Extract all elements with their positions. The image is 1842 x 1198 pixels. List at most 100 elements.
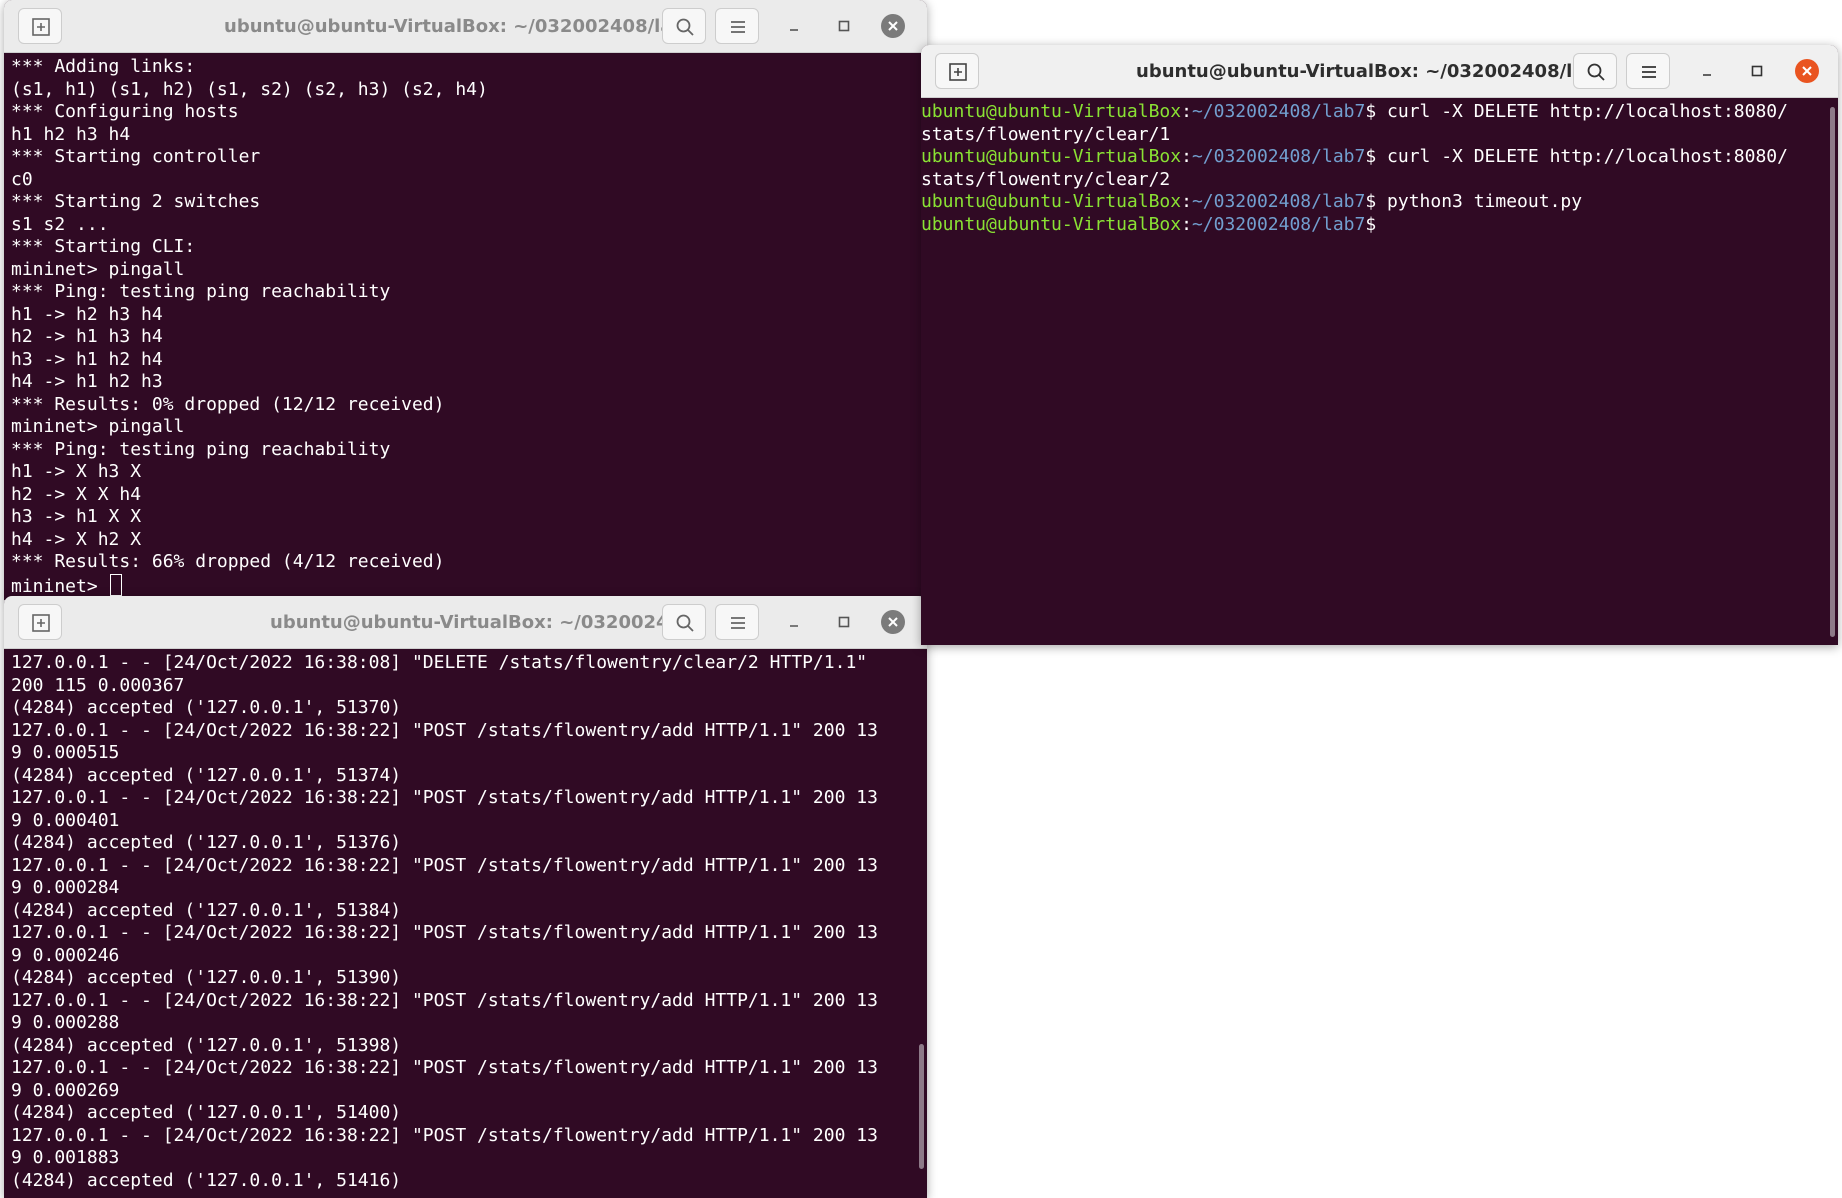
- command-continuation: stats/flowentry/clear/1: [921, 123, 1171, 145]
- terminal-line: *** Starting 2 switches: [11, 191, 261, 212]
- log-line: 9 0.001883: [11, 1147, 120, 1168]
- window-title: ubuntu@ubuntu-VirtualBox: ~/032002408/la…: [224, 16, 698, 37]
- terminal-line: h3 -> h1 h2 h4: [11, 348, 163, 370]
- terminal-line: *** Results: 0% dropped (12/12 received): [11, 393, 445, 415]
- log-line: 9 0.000515: [11, 742, 120, 763]
- prompt-text: mininet>: [11, 575, 109, 597]
- terminal-output[interactable]: 127.0.0.1 - - [24/Oct/2022 16:38:08] "DE…: [4, 650, 927, 1198]
- terminal-line: *** Results: 66% dropped (4/12 received): [11, 551, 445, 572]
- minimize-button[interactable]: [1695, 59, 1719, 83]
- search-button[interactable]: [662, 8, 706, 44]
- title-bar[interactable]: ubuntu@ubuntu-VirtualBox: ~/032002408: [4, 596, 927, 649]
- terminal-line: *** Ping: testing ping reachability: [11, 438, 391, 460]
- search-button[interactable]: [662, 604, 706, 640]
- scrollbar-thumb[interactable]: [919, 1044, 924, 1169]
- log-line: 9 0.000284: [11, 877, 120, 898]
- prompt-path: ~/032002408/lab7: [1191, 101, 1366, 122]
- maximize-button[interactable]: [832, 610, 856, 634]
- log-line: 127.0.0.1 - - [24/Oct/2022 16:38:22] "PO…: [11, 787, 878, 808]
- terminal-line: c0: [11, 168, 33, 190]
- terminal-window-mininet[interactable]: ubuntu@ubuntu-VirtualBox: ~/032002408/la…: [4, 0, 927, 600]
- close-button[interactable]: [1795, 59, 1819, 83]
- terminal-line: h4 -> X h2 X: [11, 528, 142, 550]
- terminal-output[interactable]: *** Adding links: (s1, h1) (s1, h2) (s1, …: [4, 54, 927, 600]
- terminal-line: h3 -> h1 X X: [11, 506, 142, 527]
- maximize-icon: [838, 616, 850, 628]
- command-line: ubuntu@ubuntu-VirtualBox:~/032002408/lab…: [921, 101, 1838, 124]
- command-text: curl -X DELETE http://localhost:8080/: [1387, 101, 1788, 122]
- maximize-button[interactable]: [832, 14, 856, 38]
- prompt-path: ~/032002408/lab7: [1191, 191, 1366, 212]
- minimize-button[interactable]: [782, 610, 806, 634]
- prompt-user: ubuntu@ubuntu-VirtualBox: [921, 191, 1182, 212]
- log-line: 200 115 0.000367: [11, 674, 185, 696]
- close-button[interactable]: [881, 14, 905, 38]
- close-button[interactable]: [881, 610, 905, 634]
- minimize-button[interactable]: [782, 14, 806, 38]
- menu-button[interactable]: [1626, 53, 1670, 89]
- terminal-output[interactable]: ubuntu@ubuntu-VirtualBox:~/032002408/lab…: [921, 99, 1838, 645]
- hamburger-menu-icon: [731, 21, 745, 33]
- minimize-icon: [790, 625, 798, 627]
- new-tab-icon: [32, 18, 50, 36]
- text-cursor: [109, 573, 122, 596]
- terminal-line: h1 -> h2 h3 h4: [11, 303, 163, 325]
- scrollbar-thumb[interactable]: [1830, 107, 1835, 637]
- terminal-line: h1 h2 h3 h4: [11, 123, 131, 145]
- command-line: ubuntu@ubuntu-VirtualBox:~/032002408/lab…: [921, 191, 1838, 214]
- terminal-line: mininet> pingall: [11, 258, 185, 280]
- terminal-line: *** Starting controller: [11, 146, 261, 167]
- log-line: (4284) accepted ('127.0.0.1', 51390): [11, 967, 402, 988]
- log-line: 127.0.0.1 - - [24/Oct/2022 16:38:22] "PO…: [11, 922, 878, 943]
- title-bar[interactable]: ubuntu@ubuntu-VirtualBox: ~/032002408/la…: [4, 0, 927, 53]
- terminal-line: *** Ping: testing ping reachability: [11, 281, 391, 302]
- prompt-user: ubuntu@ubuntu-VirtualBox: [921, 101, 1182, 122]
- terminal-window-controller-log[interactable]: ubuntu@ubuntu-VirtualBox: ~/032002408 12…: [4, 596, 927, 1198]
- log-line: 127.0.0.1 - - [24/Oct/2022 16:38:08] "DE…: [11, 652, 868, 673]
- menu-button[interactable]: [715, 8, 759, 44]
- log-line: 9 0.000401: [11, 809, 120, 831]
- terminal-line: h1 -> X h3 X: [11, 461, 142, 482]
- prompt-path: ~/032002408/lab7: [1191, 213, 1366, 235]
- prompt-symbol: $: [1365, 191, 1388, 212]
- search-button[interactable]: [1573, 53, 1617, 89]
- new-tab-button[interactable]: [18, 8, 62, 44]
- log-line: (4284) accepted ('127.0.0.1', 51374): [11, 764, 402, 786]
- maximize-icon: [838, 20, 850, 32]
- prompt-symbol: $: [1365, 146, 1388, 167]
- minimize-icon: [790, 29, 798, 31]
- menu-button[interactable]: [715, 604, 759, 640]
- prompt-separator: :: [1181, 191, 1192, 212]
- command-text: python3 timeout.py: [1387, 191, 1583, 212]
- close-icon: [1802, 66, 1812, 76]
- prompt-separator: :: [1181, 101, 1192, 122]
- title-bar[interactable]: ubuntu@ubuntu-VirtualBox: ~/032002408/la…: [921, 45, 1838, 98]
- new-tab-button[interactable]: [18, 604, 62, 640]
- terminal-line: s1 s2 ...: [11, 213, 109, 235]
- search-icon: [676, 18, 694, 36]
- command-line: ubuntu@ubuntu-VirtualBox:~/032002408/lab…: [921, 214, 1838, 237]
- new-tab-button[interactable]: [935, 53, 979, 89]
- log-line: 9 0.000246: [11, 944, 120, 966]
- prompt-separator: :: [1181, 213, 1192, 235]
- terminal-line: *** Configuring hosts: [11, 101, 239, 122]
- log-line: (4284) accepted ('127.0.0.1', 51370): [11, 697, 402, 718]
- close-icon: [888, 21, 898, 31]
- hamburger-menu-icon: [1642, 66, 1656, 78]
- prompt-symbol: $: [1365, 213, 1388, 235]
- log-line: 9 0.000288: [11, 1012, 120, 1033]
- prompt-separator: :: [1181, 146, 1192, 167]
- log-line: 127.0.0.1 - - [24/Oct/2022 16:38:22] "PO…: [11, 1124, 878, 1146]
- log-line: 127.0.0.1 - - [24/Oct/2022 16:38:22] "PO…: [11, 989, 878, 1011]
- prompt-user: ubuntu@ubuntu-VirtualBox: [921, 146, 1182, 167]
- log-line: 9 0.000269: [11, 1079, 120, 1101]
- log-line: (4284) accepted ('127.0.0.1', 51416): [11, 1169, 402, 1191]
- command-line: ubuntu@ubuntu-VirtualBox:~/032002408/lab…: [921, 146, 1838, 169]
- window-title: ubuntu@ubuntu-VirtualBox: ~/032002408: [270, 612, 694, 633]
- new-tab-icon: [32, 614, 50, 632]
- prompt-user: ubuntu@ubuntu-VirtualBox: [921, 213, 1182, 235]
- prompt-line[interactable]: mininet>: [11, 573, 927, 597]
- maximize-button[interactable]: [1745, 59, 1769, 83]
- maximize-icon: [1751, 65, 1763, 77]
- terminal-window-shell[interactable]: ubuntu@ubuntu-VirtualBox: ~/032002408/la…: [921, 45, 1838, 645]
